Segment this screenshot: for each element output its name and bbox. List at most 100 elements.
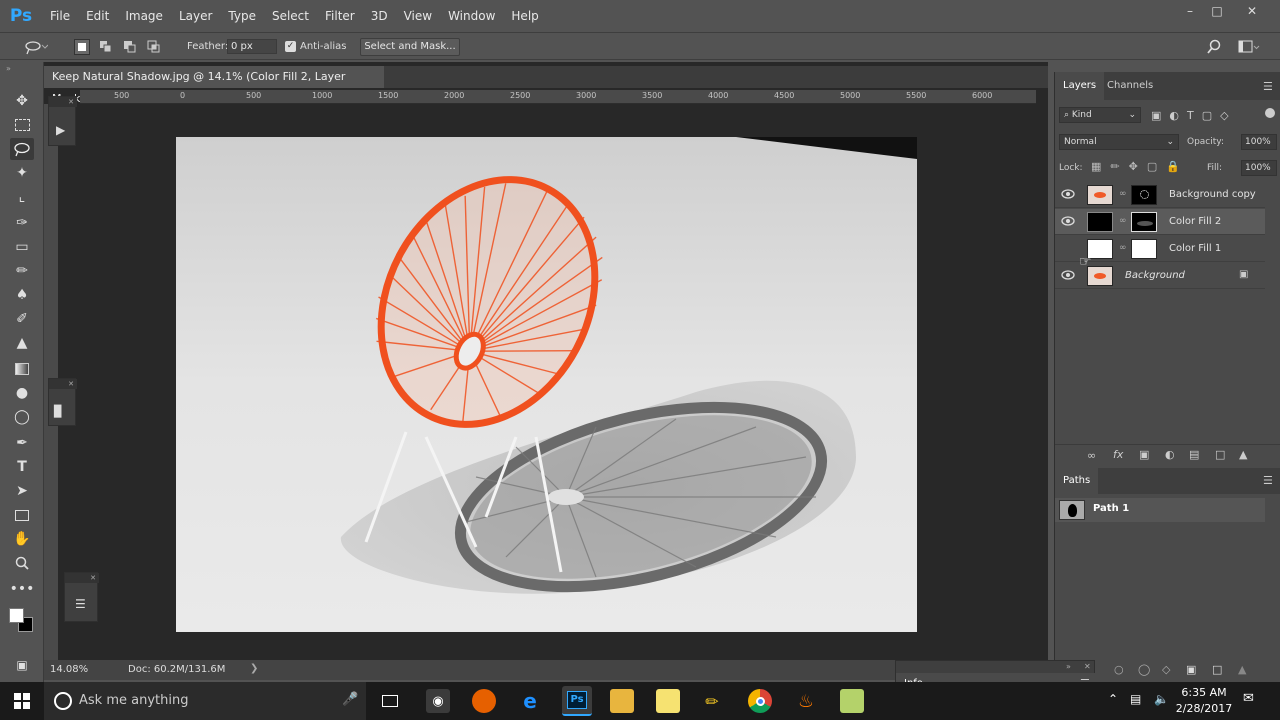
stroke-path-icon[interactable]: ◯ bbox=[1138, 663, 1150, 676]
menu-select[interactable]: Select bbox=[264, 0, 317, 32]
layer-row-background-copy[interactable]: ∞ Background copy bbox=[1055, 182, 1265, 208]
foreground-color-swatch[interactable] bbox=[9, 608, 24, 623]
close-icon[interactable]: ✕ bbox=[1240, 4, 1264, 20]
close-panel-icon[interactable]: ✕ bbox=[49, 379, 77, 389]
menu-3d[interactable]: 3D bbox=[363, 0, 396, 32]
history-brush-icon[interactable]: ✐ bbox=[10, 308, 34, 330]
chrome-icon[interactable] bbox=[748, 689, 772, 713]
new-layer-icon[interactable]: □ bbox=[1215, 448, 1225, 461]
move-tool-icon[interactable]: ✥ bbox=[10, 90, 34, 112]
blur-tool-icon[interactable]: ● bbox=[10, 382, 34, 404]
layer-row-color-fill-2[interactable]: ∞ Color Fill 2 bbox=[1055, 209, 1265, 235]
menu-image[interactable]: Image bbox=[117, 0, 171, 32]
lock-icons[interactable]: ▦✏✥▢🔒 bbox=[1091, 160, 1189, 173]
select-and-mask-button[interactable]: Select and Mask... bbox=[360, 38, 460, 56]
app-icon-1[interactable]: ◉ bbox=[426, 689, 450, 713]
minimize-icon[interactable]: – bbox=[1178, 4, 1202, 20]
cortana-search-box[interactable]: Ask me anything 🎤 bbox=[44, 682, 366, 720]
rectangle-tool-icon[interactable] bbox=[10, 504, 34, 526]
marquee-tool-icon[interactable] bbox=[10, 114, 34, 136]
tab-paths[interactable]: Paths bbox=[1055, 468, 1099, 494]
close-panel-icon[interactable]: ✕ bbox=[65, 573, 99, 583]
status-menu-arrow-icon[interactable]: ❯ bbox=[250, 663, 258, 674]
crop-tool-icon[interactable]: ⌞ bbox=[10, 186, 34, 208]
tab-layers[interactable]: Layers bbox=[1055, 72, 1105, 100]
eye-icon[interactable] bbox=[1061, 270, 1075, 280]
delete-path-icon[interactable]: ▲ bbox=[1238, 663, 1246, 676]
volume-icon[interactable]: 🔈 bbox=[1154, 692, 1169, 706]
layer-kind-filter[interactable]: ⌕ Kind ⌄ bbox=[1059, 107, 1141, 123]
sticky-notes-icon[interactable] bbox=[656, 689, 680, 713]
close-panel-icon[interactable]: ✕ bbox=[1084, 662, 1091, 671]
clock-date[interactable]: 2/28/2017 bbox=[1174, 702, 1234, 715]
menu-file[interactable]: File bbox=[42, 0, 78, 32]
more-tools-icon[interactable]: ••• bbox=[10, 578, 35, 600]
lasso-icon[interactable] bbox=[24, 39, 49, 55]
microphone-icon[interactable]: 🎤 bbox=[342, 692, 358, 707]
fill-input[interactable]: 100% bbox=[1241, 160, 1277, 176]
new-selection-icon[interactable] bbox=[74, 39, 90, 55]
add-selection-icon[interactable] bbox=[98, 39, 114, 55]
subtract-selection-icon[interactable] bbox=[122, 39, 138, 55]
properties-icon[interactable]: ☰ bbox=[75, 597, 86, 611]
menu-window[interactable]: Window bbox=[440, 0, 503, 32]
color-swatches[interactable] bbox=[9, 608, 35, 634]
document-image[interactable] bbox=[176, 137, 917, 632]
eyedropper-icon[interactable]: ✑ bbox=[10, 212, 34, 234]
panel-menu-icon[interactable]: ☰ bbox=[1263, 474, 1273, 487]
document-tab[interactable]: Keep Natural Shadow.jpg @ 14.1% (Color F… bbox=[44, 66, 384, 105]
eye-icon[interactable] bbox=[1061, 216, 1075, 226]
link-icon[interactable]: ∞ bbox=[1119, 216, 1127, 226]
adjustment-layer-icon[interactable]: ◐ bbox=[1165, 448, 1175, 461]
link-layers-icon[interactable]: ∞ bbox=[1087, 449, 1096, 462]
menu-edit[interactable]: Edit bbox=[78, 0, 117, 32]
clone-stamp-icon[interactable]: ♠ bbox=[10, 284, 34, 306]
link-icon[interactable]: ∞ bbox=[1119, 189, 1127, 199]
new-group-icon[interactable]: ▤ bbox=[1189, 448, 1199, 461]
antialias-checkbox[interactable]: ✓ bbox=[285, 41, 296, 52]
path-selection-icon[interactable]: ➤ bbox=[10, 480, 34, 502]
layer-filter-icons[interactable]: ▣◐T▢◇ bbox=[1151, 109, 1237, 122]
gradient-tool-icon[interactable] bbox=[10, 358, 34, 380]
flame-app-icon[interactable]: ♨ bbox=[794, 689, 818, 713]
visibility-toggle-off[interactable] bbox=[1061, 243, 1075, 253]
menu-help[interactable]: Help bbox=[503, 0, 546, 32]
dodge-tool-icon[interactable]: ◯ bbox=[10, 406, 34, 428]
pencil-app-icon[interactable]: ✏ bbox=[700, 689, 724, 713]
firefox-icon[interactable] bbox=[472, 689, 496, 713]
photoshop-taskbar-icon[interactable]: Ps bbox=[562, 686, 592, 716]
delete-layer-icon[interactable]: ▲ bbox=[1239, 448, 1247, 461]
panel-menu-icon[interactable]: ☰ bbox=[1263, 80, 1273, 93]
type-tool-icon[interactable]: T bbox=[10, 456, 34, 478]
task-view-icon[interactable] bbox=[378, 689, 402, 713]
magic-wand-icon[interactable]: ✦ bbox=[10, 162, 34, 184]
menu-view[interactable]: View bbox=[396, 0, 440, 32]
network-icon[interactable]: ▤ bbox=[1130, 692, 1141, 706]
hand-tool-icon[interactable]: ✋ bbox=[10, 528, 34, 550]
notes-app-icon[interactable] bbox=[840, 689, 864, 713]
feather-input[interactable]: 0 px bbox=[227, 39, 277, 54]
workspace-icon[interactable] bbox=[1238, 39, 1260, 55]
eye-icon[interactable] bbox=[1061, 189, 1075, 199]
add-mask-icon[interactable]: ▣ bbox=[1139, 448, 1149, 461]
maximize-icon[interactable]: □ bbox=[1205, 4, 1229, 20]
filter-toggle-icon[interactable] bbox=[1265, 108, 1275, 118]
lasso-tool-icon[interactable] bbox=[10, 138, 34, 160]
brush-tool-icon[interactable]: ✏ bbox=[10, 260, 34, 282]
close-panel-icon[interactable]: ✕ bbox=[49, 97, 77, 107]
pen-tool-icon[interactable]: ✒ bbox=[10, 432, 34, 454]
edge-icon[interactable]: e bbox=[518, 689, 542, 713]
healing-brush-icon[interactable]: ▭ bbox=[10, 236, 34, 258]
zoom-tool-icon[interactable] bbox=[10, 552, 34, 574]
windows-start-icon[interactable] bbox=[14, 693, 30, 709]
collapse-panel-icon[interactable]: » bbox=[1066, 662, 1071, 671]
histogram-icon[interactable]: ▉ bbox=[54, 405, 62, 418]
collapse-toolbar-icon[interactable]: » bbox=[6, 64, 11, 73]
menu-filter[interactable]: Filter bbox=[317, 0, 363, 32]
link-icon[interactable]: ∞ bbox=[1119, 243, 1127, 253]
eraser-icon[interactable]: ▲ bbox=[10, 332, 34, 354]
zoom-level[interactable]: 14.08% bbox=[50, 664, 88, 675]
clock-time[interactable]: 6:35 AM bbox=[1180, 686, 1228, 699]
make-mask-icon[interactable]: ▣ bbox=[1186, 663, 1196, 676]
quick-mask-icon[interactable]: ▣ bbox=[10, 654, 34, 676]
